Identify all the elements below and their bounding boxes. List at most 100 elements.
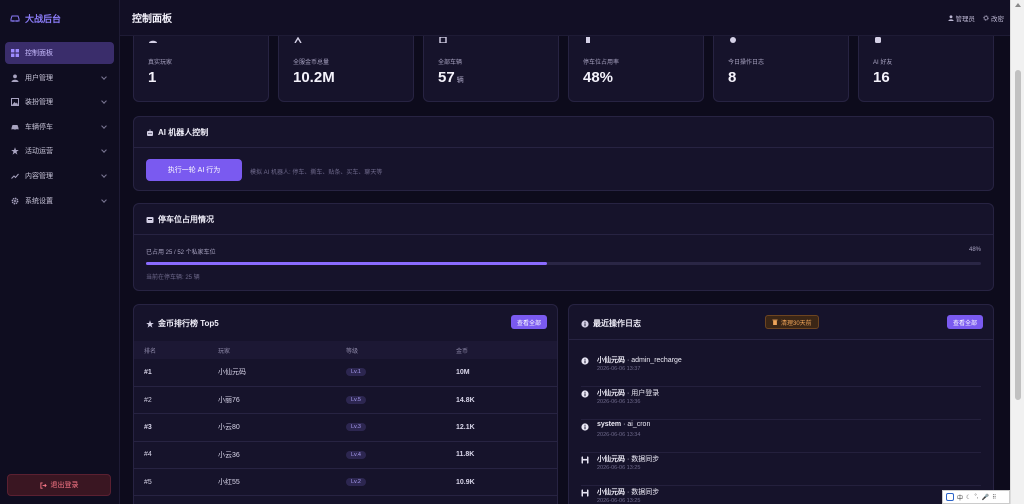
- sidebar-item-content[interactable]: 内容管理: [5, 165, 114, 187]
- chevron-down-icon: [101, 98, 107, 105]
- admin-label: 管理员: [955, 16, 976, 23]
- rank-cell: #1: [134, 359, 218, 387]
- save-icon: [581, 456, 589, 464]
- scrollbar-thumb[interactable]: [1015, 70, 1021, 400]
- sidebar-item-label: 车辆停车: [25, 123, 53, 131]
- clock-icon: [730, 37, 736, 43]
- player-cell: 小丽76: [218, 386, 346, 415]
- car-icon: [439, 37, 447, 43]
- leaderboard-view-all-button[interactable]: 查看全部: [510, 315, 547, 329]
- grid-icon[interactable]: ⠿: [992, 494, 996, 501]
- save-icon: [581, 489, 589, 497]
- change-password-label: 改密: [991, 16, 1004, 23]
- brand-name: 大战后台: [25, 13, 62, 24]
- stat-value: 16: [873, 69, 890, 86]
- sidebar-item-outfits[interactable]: 装扮管理: [5, 91, 114, 113]
- punctuation-icon[interactable]: °,: [974, 494, 978, 500]
- sidebar-item-users[interactable]: 用户管理: [5, 67, 114, 89]
- list-item[interactable]: 小仙元码 · 用户登录 2026-06-06 13:36: [581, 388, 981, 420]
- stat-value: 1: [148, 69, 157, 86]
- log-time: 2026-06-06 13:36: [597, 399, 641, 405]
- info-icon: [581, 357, 589, 365]
- list-item[interactable]: 小仙元码 · 数据同步 2026-06-06 13:25: [581, 487, 981, 504]
- coins-cell: 12.1K: [456, 413, 557, 442]
- column-header: 等级: [346, 341, 456, 359]
- ime-toolbar[interactable]: 中 ☾ °, 🎤 ⠿: [942, 490, 1010, 504]
- logout-button[interactable]: 退出登录: [7, 474, 111, 496]
- log-time: 2026-06-06 13:34: [597, 432, 641, 438]
- info-icon: [581, 423, 589, 431]
- list-item[interactable]: 小仙元码 · admin_recharge 2026-06-06 13:37: [581, 355, 981, 387]
- parking-card: 停车位占用情况 已占用 25 / 52 个私家车位 48% 当前在停车辆: 25…: [133, 203, 994, 291]
- sidebar-item-dashboard[interactable]: 控制面板: [5, 42, 114, 64]
- sidebar-item-parking[interactable]: 车辆停车: [5, 116, 114, 138]
- car-logo-icon: [10, 15, 20, 22]
- log-text: system · ai_cron: [597, 421, 651, 428]
- logs-view-all-button[interactable]: 查看全部: [946, 315, 983, 329]
- user-icon: [11, 74, 19, 82]
- parking-used-text: 已占用 25 / 52 个私家车位: [146, 250, 216, 256]
- card-title: 金币排行榜 Top5: [146, 318, 219, 329]
- table-row[interactable]: #4 小云36 Lv.4 11.8K: [134, 441, 557, 470]
- sidebar-item-events[interactable]: 活动运营: [5, 140, 114, 162]
- top-bar: 控制面板 管理员 改密: [120, 0, 1010, 36]
- table-row[interactable]: #5 小红55 Lv.2 10.9K: [134, 468, 557, 497]
- stat-label: AI 好友: [873, 60, 893, 66]
- ai-hint: 模拟 AI 机器人: 停车、撕车、贴条、买车、聊天等: [250, 170, 383, 176]
- log-text: 小仙元码 · 用户登录: [597, 390, 660, 397]
- brand[interactable]: 大战后台: [0, 0, 119, 36]
- image-icon: [11, 98, 19, 107]
- table-row[interactable]: #2 小丽76 Lv.5 14.8K: [134, 386, 557, 415]
- parking-current-text: 当前在停车辆: 25 辆: [146, 275, 200, 281]
- scroll-up-arrow[interactable]: [1015, 3, 1021, 7]
- card-title: 停车位占用情况: [146, 214, 214, 225]
- column-header: 排名: [134, 341, 218, 359]
- chevron-down-icon: [101, 172, 107, 178]
- sidebar-item-settings[interactable]: 系统设置: [5, 190, 114, 212]
- sidebar-item-label: 系统设置: [25, 197, 53, 205]
- page-scrollbar[interactable]: [1010, 0, 1024, 504]
- log-text: 小仙元码 · 数据同步: [597, 456, 660, 463]
- clear-old-logs-button[interactable]: 清理30天前: [765, 315, 819, 329]
- chevron-down-icon: [101, 196, 107, 203]
- parking-percent: 48%: [968, 247, 981, 253]
- log-time: 2026-06-06 13:25: [597, 465, 641, 471]
- moon-icon[interactable]: ☾: [966, 494, 971, 501]
- stat-label: 今日操作日志: [728, 60, 765, 66]
- list-item[interactable]: 小仙元码 · 数据同步 2026-06-06 13:25: [581, 454, 981, 486]
- star-icon: [11, 147, 19, 155]
- run-ai-button[interactable]: 执行一轮 AI 行为: [146, 159, 242, 181]
- level-badge: Lv.3: [346, 423, 366, 432]
- log-time: 2026-06-06 13:25: [597, 498, 641, 504]
- level-badge: Lv.2: [346, 478, 366, 487]
- divider: [134, 147, 993, 148]
- stat-label: 停车位占用率: [583, 60, 620, 66]
- sidebar-item-label: 装扮管理: [25, 99, 53, 107]
- player-cell: 小红55: [218, 468, 346, 497]
- level-cell: Lv.3: [346, 413, 456, 442]
- gear-icon: [11, 197, 19, 205]
- ime-language[interactable]: 中: [957, 493, 963, 502]
- rank-cell: #5: [134, 468, 218, 497]
- chevron-down-icon: [101, 122, 107, 129]
- mic-icon[interactable]: 🎤: [981, 494, 988, 501]
- rank-cell: #3: [134, 413, 218, 442]
- view-all-label: 查看全部: [952, 320, 977, 327]
- stat-value: 8: [728, 69, 737, 86]
- card-title: AI 机器人控制: [146, 127, 208, 138]
- sidebar-item-label: 内容管理: [25, 172, 53, 180]
- stat-value: 10.2M: [293, 69, 335, 86]
- coins-cell: 10M: [456, 359, 557, 387]
- table-row[interactable]: #3 小云80 Lv.3 12.1K: [134, 413, 557, 442]
- column-header: 金币: [456, 341, 557, 359]
- admin-menu[interactable]: 管理员: [947, 13, 976, 23]
- dashboard-icon: [11, 49, 19, 57]
- table-row[interactable]: #1 小仙元码 Lv.1 10M: [134, 359, 557, 387]
- coins-cell: 11.8K: [456, 441, 557, 470]
- level-badge: Lv.4: [346, 450, 366, 459]
- change-password-link[interactable]: 改密: [983, 13, 1004, 23]
- trash-icon: [772, 319, 778, 325]
- divider: [134, 234, 993, 235]
- list-item[interactable]: system · ai_cron 2026-06-06 13:34: [581, 421, 981, 453]
- level-badge: Lv.1: [346, 368, 366, 377]
